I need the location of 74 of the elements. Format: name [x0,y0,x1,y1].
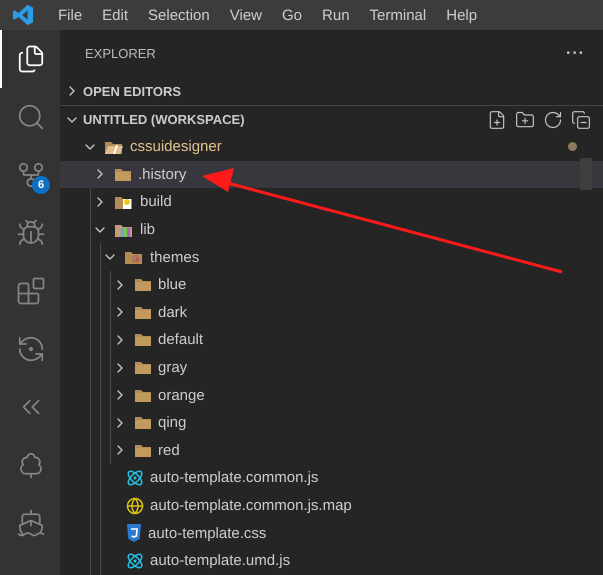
file-name: lib [140,221,156,238]
search-icon [16,102,46,132]
folder-icon [134,415,152,430]
scrollbar-thumb[interactable] [580,158,592,190]
count-badge: 6 [32,176,50,194]
tree-item[interactable]: dark [60,298,603,326]
file-name: build [140,193,172,210]
menu-item[interactable]: Help [436,6,488,24]
branch-icon [16,160,46,190]
file-name: auto-template.css [148,524,266,542]
new-folder-icon[interactable] [515,110,535,130]
menu-item[interactable]: Edit [92,6,138,24]
folder-icon [134,442,152,458]
panel-title: EXPLORER [85,46,156,61]
file-name: orange [158,386,205,404]
tree-item[interactable]: cssuidesigner [60,133,603,161]
globe-icon [126,496,144,515]
tree-item[interactable]: auto-template.umd.js [60,546,603,574]
menu-item[interactable]: File [48,6,92,24]
folder-icon [134,388,152,403]
ship-icon [16,508,46,538]
folder-icon [134,360,152,376]
section-title: UNTITLED (WORKSPACE) [83,112,245,127]
file-name: gray [158,359,188,376]
file-name: red [158,442,180,459]
files-icon [16,44,46,74]
file-name: .history [138,166,186,183]
activity-button[interactable]: 6 [0,146,60,204]
react-icon [126,552,144,570]
tree-item[interactable]: lib [60,216,603,244]
menu-item[interactable]: Selection [138,6,220,24]
css-icon [126,524,142,542]
more-button[interactable]: ··· [566,44,585,62]
refresh-icon [16,334,46,364]
folder-icon [134,332,152,348]
new-file-icon[interactable] [487,110,507,130]
tree-item[interactable]: auto-template.css [60,519,603,547]
tree-item[interactable]: build [60,188,603,216]
tree-item[interactable]: orange [60,381,603,409]
tree-item[interactable]: auto-template.common.js.map [60,492,603,520]
tree-item[interactable]: auto-template.common.js [60,464,603,492]
folder-icon [134,304,152,320]
blocks-icon [16,276,46,306]
folder-icon [114,166,132,182]
tree-item[interactable]: default [60,326,603,354]
refresh-icon[interactable] [543,110,563,130]
collapse-icon[interactable] [571,110,591,130]
tree-item[interactable]: themes [60,243,603,271]
menu-item[interactable]: Go [272,6,312,24]
tree-item[interactable]: red [60,436,603,464]
tree-item[interactable]: blue [60,270,603,299]
react-icon [126,468,144,487]
file-name: dark [158,304,188,321]
menu-item[interactable]: Run [312,6,360,24]
section-header[interactable]: OPEN EDITORS [60,77,603,105]
file-name: qing [158,414,186,432]
tree-item[interactable]: qing [60,408,603,437]
bug-icon [16,218,46,248]
file-name: default [158,331,204,348]
section-title: OPEN EDITORS [83,84,182,98]
folder-icon [134,277,152,292]
file-name: themes [150,248,200,266]
section-header[interactable]: UNTITLED (WORKSPACE) [60,105,603,133]
tree-item[interactable]: gray [60,354,603,382]
file-name: auto-template.umd.js [150,552,290,570]
tree-item[interactable]: .history [60,160,603,188]
file-name: auto-template.common.js [150,469,318,486]
menu-item[interactable]: Terminal [360,6,436,24]
file-name: blue [158,276,186,294]
file-name: auto-template.common.js.map [150,497,352,514]
file-name: cssuidesigner [130,138,222,156]
logo-icon [12,4,34,26]
folder-icon [124,249,144,266]
menu-item[interactable]: View [220,6,272,24]
